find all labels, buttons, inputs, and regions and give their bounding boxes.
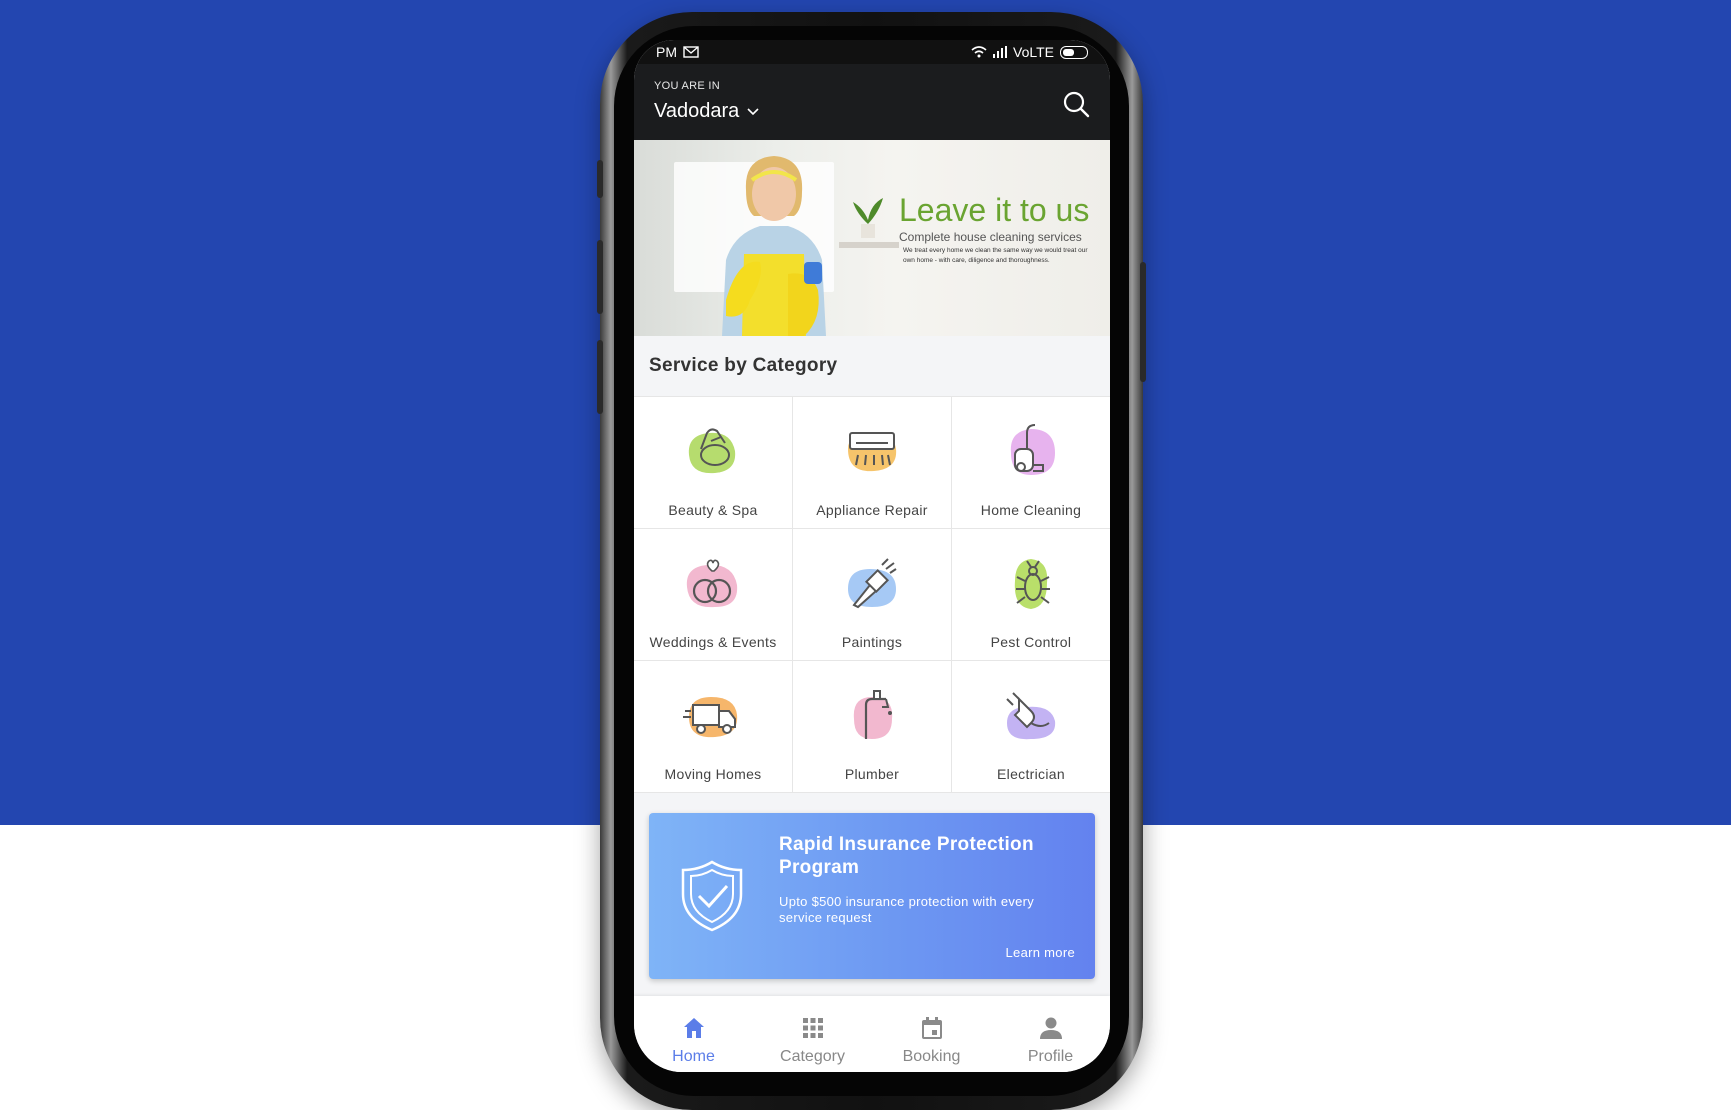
nav-label: Booking	[902, 1048, 961, 1065]
category-label: Appliance Repair	[816, 502, 928, 518]
signal-icon	[993, 46, 1007, 58]
category-electrician[interactable]: Electrician	[952, 661, 1110, 792]
plug-icon	[1006, 692, 1056, 740]
bottom-navigation: Home Category Booking Profile	[634, 996, 1110, 1072]
calendar-icon	[921, 1017, 942, 1039]
nav-label: Category	[780, 1048, 845, 1065]
city-name: Vadodara	[654, 100, 740, 122]
search-icon[interactable]	[1062, 90, 1090, 118]
plant-icon	[853, 198, 883, 238]
category-appliance-repair[interactable]: Appliance Repair	[793, 397, 951, 528]
banner-description: We treat every home we clean the same wa…	[903, 247, 1088, 264]
nav-home[interactable]: Home	[649, 1014, 739, 1066]
category-moving-homes[interactable]: Moving Homes	[634, 661, 792, 792]
phone-volume-down	[597, 340, 603, 414]
status-time: PM	[656, 44, 677, 60]
city-selector[interactable]: Vadodara	[654, 100, 759, 123]
category-label: Plumber	[844, 766, 900, 782]
category-paintings[interactable]: Paintings	[793, 529, 951, 660]
insurance-title: Rapid Insurance Protection Program	[779, 834, 1034, 878]
insurance-description: Upto $500 insurance protection with ever…	[779, 894, 1035, 925]
app-header: YOU ARE IN Vadodara	[634, 64, 1110, 140]
category-home-cleaning[interactable]: Home Cleaning	[952, 397, 1110, 528]
phone-screen: PM VoLTE YOU ARE IN Vadodara Leave it to…	[634, 40, 1110, 1072]
category-label: Pest Control	[990, 634, 1072, 650]
nav-booking[interactable]: Booking	[887, 1014, 977, 1066]
category-label: Weddings & Events	[649, 634, 777, 650]
insurance-section: Rapid Insurance Protection Program Upto …	[634, 793, 1110, 979]
mail-icon	[683, 46, 699, 58]
air-conditioner-icon	[848, 432, 897, 472]
nav-label: Home	[672, 1048, 715, 1065]
category-label: Paintings	[841, 634, 903, 650]
banner-title: Leave it to us	[899, 192, 1090, 228]
bug-icon	[1014, 559, 1050, 609]
network-label: VoLTE	[1013, 44, 1054, 60]
beauty-spa-icon	[688, 428, 736, 474]
insurance-card[interactable]: Rapid Insurance Protection Program Upto …	[649, 813, 1095, 979]
cleaning-woman-illustration	[722, 156, 826, 336]
grid-icon	[802, 1018, 823, 1038]
chevron-down-icon	[747, 107, 759, 115]
section-title: Service by Category	[649, 355, 838, 376]
location-caption: YOU ARE IN	[654, 80, 720, 92]
category-label: Beauty & Spa	[668, 502, 758, 518]
status-bar: PM VoLTE	[634, 40, 1110, 64]
category-label: Electrician	[997, 766, 1065, 782]
promo-banner[interactable]: Leave it to us Complete house cleaning s…	[634, 140, 1110, 336]
faucet-icon	[853, 690, 893, 739]
wedding-rings-icon	[686, 559, 738, 608]
category-grid: Beauty & Spa Appliance Repair Home Clean…	[634, 396, 1110, 793]
nav-profile[interactable]: Profile	[1006, 1014, 1096, 1066]
phone-volume-up	[597, 240, 603, 314]
category-plumber[interactable]: Plumber	[793, 661, 951, 792]
category-label: Moving Homes	[664, 766, 762, 782]
banner-subtitle: Complete house cleaning services	[899, 230, 1082, 244]
shield-check-icon	[681, 860, 743, 932]
phone-power-button	[1140, 262, 1146, 382]
category-beauty-spa[interactable]: Beauty & Spa	[634, 397, 792, 528]
home-icon	[683, 1018, 704, 1038]
wifi-icon	[971, 46, 987, 58]
vacuum-cleaner-icon	[1010, 424, 1055, 475]
learn-more-link[interactable]: Learn more	[1006, 945, 1075, 960]
paint-brush-icon	[848, 558, 897, 609]
category-label: Home Cleaning	[980, 502, 1082, 518]
nav-label: Profile	[1027, 1048, 1074, 1065]
nav-category[interactable]: Category	[768, 1014, 858, 1066]
phone-side-button	[597, 160, 603, 198]
banner-shelf	[839, 242, 899, 248]
moving-truck-icon	[683, 697, 738, 738]
battery-icon	[1060, 45, 1088, 59]
category-weddings-events[interactable]: Weddings & Events	[634, 529, 792, 660]
person-icon	[1039, 1017, 1062, 1039]
category-pest-control[interactable]: Pest Control	[952, 529, 1110, 660]
